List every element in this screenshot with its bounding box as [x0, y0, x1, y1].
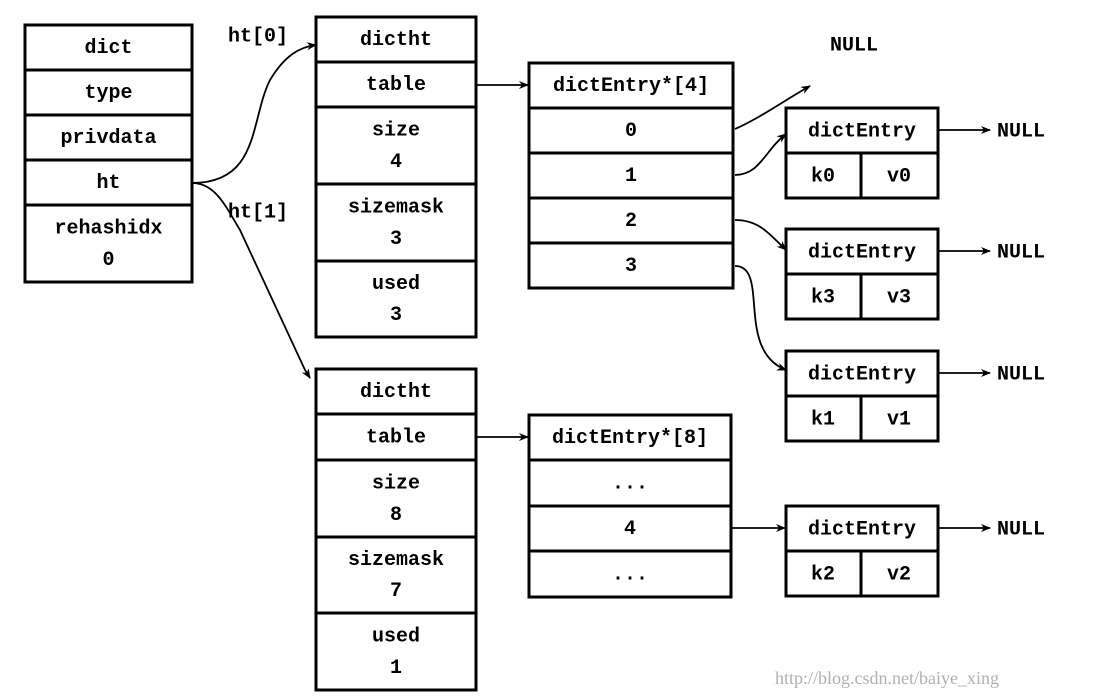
dictht-0-field-value: 4	[390, 151, 402, 174]
dictht-1-field-label: table	[366, 426, 426, 449]
redis-dict-diagram: dict type privdata ht rehashidx 0 dictht table s…	[23, 15, 1045, 692]
dict-struct-field-label: ht	[96, 172, 120, 195]
dict-entry-key: k1	[811, 408, 835, 431]
bucket-array-4-field-label: 3	[625, 255, 637, 278]
dictht-0: dictht table size 4 sizemask 3 used 3	[314, 15, 478, 339]
dictht-0-field-label: dictht	[360, 29, 432, 52]
dictht-1-field-value: 1	[390, 657, 402, 680]
dict-entry: dictEntry k2 v2 NULL	[784, 504, 1045, 598]
bucket-array-4-field-label: dictEntry*[4]	[553, 75, 709, 98]
dictht-0-field-value: 3	[390, 304, 402, 327]
dict-entry: dictEntry k0 v0 NULL	[784, 106, 1045, 200]
dictht-1-field-label: used	[372, 625, 420, 648]
dict-struct: dict type privdata ht rehashidx 0	[23, 23, 194, 284]
dict-entry-key: k0	[811, 165, 835, 188]
dict-entry-title: dictEntry	[808, 241, 916, 264]
dictht-1-field-value: 7	[390, 580, 402, 603]
dict-entry: dictEntry k1 v1 NULL	[784, 349, 1045, 443]
null-label: NULL	[997, 120, 1045, 143]
arrow-ht0	[191, 42, 317, 184]
dict-entry: dictEntry k3 v3 NULL	[784, 227, 1045, 321]
null-label: NULL	[997, 518, 1045, 541]
bucket-array-4-field-label: 0	[625, 120, 637, 143]
null-label: NULL	[997, 241, 1045, 264]
dict-entry-key: k2	[811, 563, 835, 586]
dictht-0-field-label: sizemask	[348, 196, 444, 219]
dict-struct-field-label: dict	[84, 37, 132, 60]
arrow-bucket2	[734, 219, 787, 251]
bucket-array-8-field-label: ...	[612, 563, 648, 586]
bucket-array-8-field-label: ...	[612, 472, 648, 495]
bucket-array-8-field-label: dictEntry*[8]	[552, 427, 708, 450]
dict-entry-key: k3	[811, 286, 835, 309]
ht1-label: ht[1]	[228, 201, 288, 224]
null-label: NULL	[997, 363, 1045, 386]
arrow-bucket1	[734, 133, 787, 176]
dict-entry-value: v0	[887, 165, 911, 188]
dict-entry-title: dictEntry	[808, 518, 916, 541]
dictht-1-field-label: size	[372, 472, 420, 495]
dictht-1: dictht table size 8 sizemask 7 used 1	[314, 367, 478, 692]
dictht-1-field-value: 8	[390, 504, 402, 527]
bucket-array-8-field-label: 4	[624, 518, 636, 541]
dict-struct-field-label: type	[84, 82, 132, 105]
bucket-array-8: dictEntry*[8]... 4...	[527, 413, 733, 599]
dict-struct-field-value: 0	[102, 249, 114, 272]
dict-struct-field-label: privdata	[60, 127, 156, 150]
arrow-bucket3	[734, 265, 787, 371]
dict-entry-value: v3	[887, 286, 911, 309]
bucket-array-4: dictEntry*[4] 0 1 2 3	[527, 61, 735, 290]
dict-struct-field-label: rehashidx	[54, 217, 162, 240]
watermark: http://blog.csdn.net/baiye_xing	[775, 668, 999, 688]
dict-entry-title: dictEntry	[808, 120, 916, 143]
null-label-bucket0: NULL	[830, 34, 878, 57]
dictht-0-field-label: size	[372, 119, 420, 142]
dict-entry-title: dictEntry	[808, 363, 916, 386]
dictht-1-field-label: sizemask	[348, 549, 444, 572]
dictht-0-field-label: table	[366, 74, 426, 97]
dictht-0-field-label: used	[372, 273, 420, 296]
ht0-label: ht[0]	[228, 25, 288, 48]
dict-entry-value: v1	[887, 408, 911, 431]
dictht-0-field-value: 3	[390, 228, 402, 251]
dict-entry-value: v2	[887, 563, 911, 586]
bucket-array-4-field-label: 1	[625, 165, 637, 188]
bucket-array-4-field-label: 2	[625, 210, 637, 233]
dictht-1-field-label: dictht	[360, 381, 432, 404]
